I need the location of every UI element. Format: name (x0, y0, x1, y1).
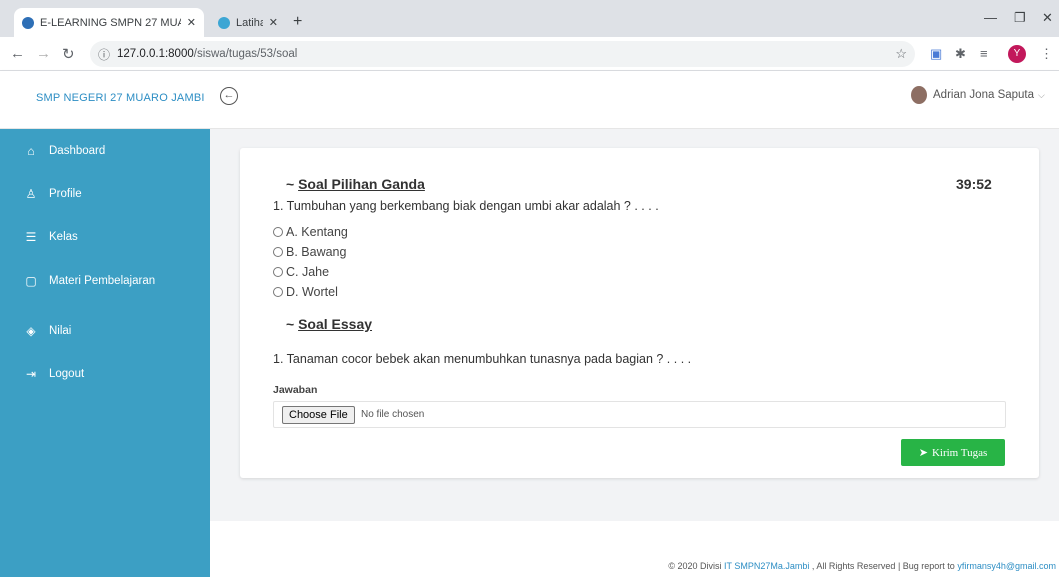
sidebar-item-kelas[interactable]: ☰ Kelas (22, 230, 78, 244)
browser-tab-active[interactable]: E-LEARNING SMPN 27 MUARO J ✕ (14, 8, 204, 37)
browser-address-bar: ← → ↻ ⓘ 127.0.0.1:8000/siswa/tugas/53/so… (0, 37, 1059, 71)
essay-section-title: ~ Soal Essay (286, 316, 372, 332)
option-label: D. Wortel (286, 285, 338, 299)
url-text: 127.0.0.1:8000/siswa/tugas/53/soal (117, 48, 297, 60)
option-b[interactable]: B. Bawang (273, 245, 346, 259)
radio-button[interactable] (273, 287, 283, 297)
database-icon: ☰ (25, 230, 37, 244)
user-icon: ♙ (25, 187, 37, 201)
sidebar-item-label: Kelas (49, 231, 78, 243)
mc-question: 1. Tumbuhan yang berkembang biak dengan … (273, 199, 659, 213)
choose-file-button[interactable]: Choose File (282, 406, 355, 424)
url-host: 127.0.0.1:8000 (117, 48, 194, 60)
tab-close-icon[interactable]: ✕ (187, 16, 196, 29)
title-text: Soal Essay (298, 316, 373, 332)
chevron-down-icon: ⌵ (1038, 89, 1045, 100)
mc-section-title: ~ Soal Pilihan Ganda (286, 176, 425, 192)
user-avatar (911, 86, 927, 104)
puzzle-extension-icon[interactable]: ✱ (955, 46, 966, 62)
tab-title: E-LEARNING SMPN 27 MUARO J (40, 16, 181, 29)
sidebar-item-label: Profile (49, 188, 82, 200)
url-path: /siswa/tugas/53/soal (193, 48, 298, 60)
title-tilde: ~ (286, 316, 299, 332)
sidebar-toggle-back-icon[interactable]: ← (220, 87, 238, 105)
sidebar-item-label: Nilai (49, 325, 72, 337)
file-status-text: No file chosen (361, 409, 425, 420)
tab-close-icon[interactable]: ✕ (269, 16, 278, 29)
option-label: B. Bawang (286, 245, 347, 259)
radio-button[interactable] (273, 227, 283, 237)
footer-text: © 2020 Divisi IT SMPN27Ma.Jambi , All Ri… (668, 561, 1056, 571)
layers-icon: ◈ (26, 324, 36, 338)
site-favicon-icon (22, 16, 34, 29)
tab-title: Latihan Soal Ulangan Akhir Seme (236, 16, 263, 29)
title-tilde: ~ (286, 176, 299, 192)
radio-button[interactable] (273, 247, 283, 257)
browser-tab-bar: E-LEARNING SMPN 27 MUARO J ✕ Latihan Soa… (0, 0, 1059, 37)
sidebar-item-label: Dashboard (49, 145, 106, 157)
essay-question: 1. Tanaman cocor bebek akan menumbuhkan … (273, 352, 692, 366)
option-label: A. Kentang (286, 225, 348, 239)
title-text: Soal Pilihan Ganda (298, 176, 425, 192)
footer-prefix: © 2020 Divisi (668, 561, 725, 571)
countdown-timer: 39:52 (956, 176, 992, 192)
forward-arrow-icon[interactable]: → (36, 45, 51, 62)
sidebar-item-nilai[interactable]: ◈ Nilai (22, 324, 71, 338)
minimize-icon[interactable]: — (984, 10, 997, 25)
sidebar-item-logout[interactable]: ⇥ Logout (22, 367, 84, 381)
user-menu[interactable]: Adrian Jona Saputa ⌵ (911, 86, 1045, 104)
menu-kebab-icon[interactable]: ⋮ (1040, 46, 1053, 62)
reading-list-icon[interactable]: ≡ (980, 46, 988, 61)
option-d[interactable]: D. Wortel (273, 285, 338, 299)
sidebar-item-dashboard[interactable]: ⌂ Dashboard (22, 144, 105, 158)
book-icon: ▢ (25, 274, 37, 288)
home-icon: ⌂ (27, 144, 35, 158)
browser-tab[interactable]: Latihan Soal Ulangan Akhir Seme ✕ (210, 8, 286, 37)
close-window-icon[interactable]: ✕ (1042, 10, 1053, 26)
sidebar-item-materi[interactable]: ▢ Materi Pembelajaran (22, 274, 155, 288)
answer-label: Jawaban (273, 384, 318, 396)
maximize-icon[interactable]: ❐ (1014, 10, 1026, 26)
translate-extension-icon[interactable]: ▣ (930, 46, 942, 62)
sidebar-item-profile[interactable]: ♙ Profile (22, 187, 82, 201)
reload-icon[interactable]: ↻ (62, 45, 75, 63)
star-icon[interactable]: ☆ (895, 46, 907, 62)
submit-assignment-button[interactable]: ➤ Kirim Tugas (901, 439, 1005, 466)
user-name: Adrian Jona Saputa (933, 89, 1035, 101)
url-input[interactable]: ⓘ 127.0.0.1:8000/siswa/tugas/53/soal ☆ (90, 41, 915, 67)
new-tab-button[interactable]: + (293, 13, 302, 31)
footer-middle: , All Rights Reserved | Bug report to (809, 561, 958, 571)
back-arrow-icon[interactable]: ← (10, 45, 25, 62)
sidebar: ⌂ Dashboard ♙ Profile ☰ Kelas ▢ Materi P… (0, 129, 210, 577)
file-upload-field: Choose File No file chosen (273, 401, 1006, 428)
footer-link-email[interactable]: yfirmansy4h@gmail.com (957, 561, 1056, 571)
option-label: C. Jahe (286, 265, 330, 279)
radio-button[interactable] (273, 267, 283, 277)
option-c[interactable]: C. Jahe (273, 265, 329, 279)
footer-link-division[interactable]: IT SMPN27Ma.Jambi (724, 561, 809, 571)
send-icon: ➤ (918, 447, 928, 459)
info-icon[interactable]: ⓘ (98, 46, 110, 63)
sidebar-item-label: Materi Pembelajaran (49, 275, 156, 287)
profile-avatar[interactable]: Y (1008, 45, 1026, 63)
sidebar-item-label: Logout (49, 368, 85, 380)
quiz-card: ~ Soal Pilihan Ganda 39:52 1. Tumbuhan y… (240, 148, 1039, 478)
brand-title[interactable]: SMP NEGERI 27 MUARO JAMBI (36, 92, 205, 104)
site-favicon-icon (218, 16, 230, 29)
app-header: SMP NEGERI 27 MUARO JAMBI ← Adrian Jona … (0, 71, 1059, 129)
option-a[interactable]: A. Kentang (273, 225, 348, 239)
submit-label: Kirim Tugas (931, 446, 988, 459)
logout-icon: ⇥ (25, 367, 37, 381)
